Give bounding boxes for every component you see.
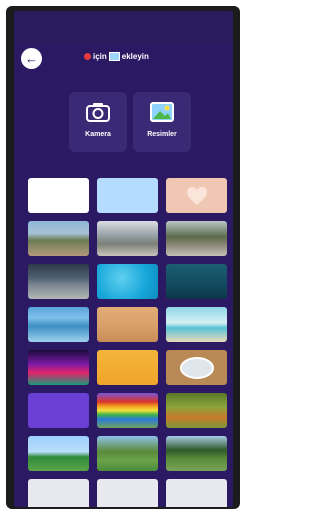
bg-light-blue[interactable] [97, 178, 158, 213]
heart-icon [186, 186, 207, 205]
bg-field[interactable] [28, 436, 89, 471]
camera-label: Kamera [85, 131, 111, 138]
image-icon [149, 101, 175, 123]
bg-city-street[interactable] [28, 264, 89, 299]
bg-purple[interactable] [28, 393, 89, 428]
title-suffix: ekleyin [121, 52, 149, 61]
bg-partial-2[interactable] [97, 479, 158, 507]
images-button[interactable]: Resimler [133, 92, 191, 152]
plate-icon [179, 356, 214, 379]
bg-beach[interactable] [166, 307, 227, 342]
page-title: için ekleyin [84, 52, 149, 61]
images-label: Resimler [147, 131, 177, 138]
bg-wood-table[interactable] [166, 350, 227, 385]
source-buttons: Kamera Resimler [69, 92, 191, 152]
bg-partial-3[interactable] [166, 479, 227, 507]
bg-pool-water[interactable] [97, 264, 158, 299]
status-bar-area [14, 11, 233, 43]
bg-yellow-room[interactable] [97, 350, 158, 385]
bg-park-path[interactable] [28, 221, 89, 256]
bg-sand[interactable] [97, 307, 158, 342]
camera-icon [85, 101, 111, 123]
header-bar: ← için ekleyin [14, 43, 233, 73]
bg-stage-lights[interactable] [28, 350, 89, 385]
bg-rainbow[interactable] [97, 393, 158, 428]
background-picker-screen: ← için ekleyin Kamera Resimler [14, 11, 233, 507]
pin-icon [84, 53, 91, 60]
camera-button[interactable]: Kamera [69, 92, 127, 152]
bg-forest-field[interactable] [166, 436, 227, 471]
bg-partial-1[interactable] [28, 479, 89, 507]
bg-meadow[interactable] [166, 393, 227, 428]
bg-heart[interactable] [166, 178, 227, 213]
bg-ocean[interactable] [28, 307, 89, 342]
background-grid [28, 178, 228, 507]
arrow-left-icon: ← [25, 51, 38, 66]
title-prefix: için [93, 52, 107, 61]
back-button[interactable]: ← [21, 48, 42, 69]
bg-white[interactable] [28, 178, 89, 213]
bg-green-field[interactable] [97, 436, 158, 471]
bg-park-building[interactable] [97, 221, 158, 256]
bg-park-trees[interactable] [166, 221, 227, 256]
bg-underwater[interactable] [166, 264, 227, 299]
image-icon [108, 52, 120, 61]
